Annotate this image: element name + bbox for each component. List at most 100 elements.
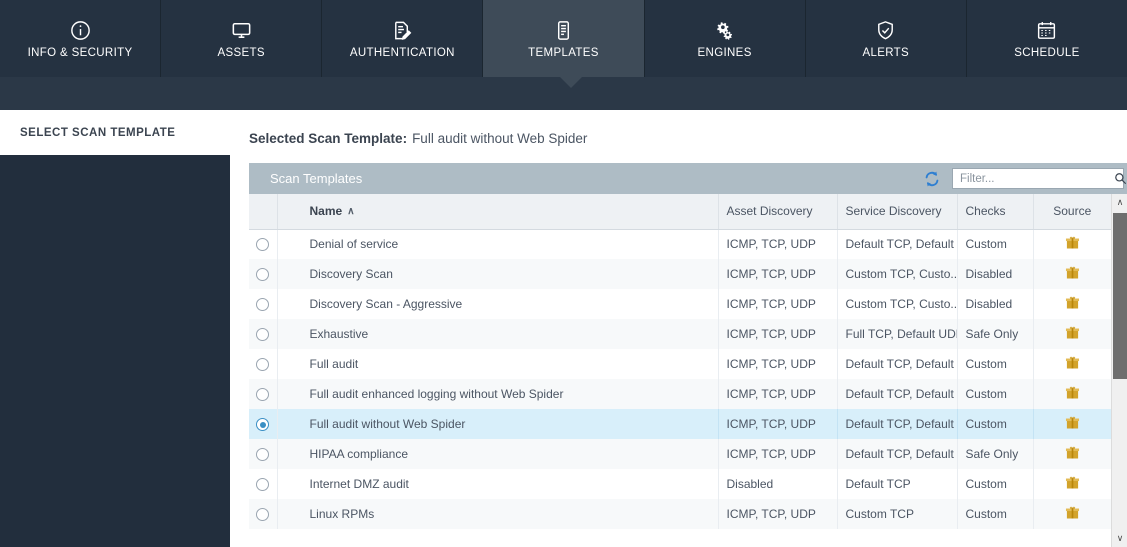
row-select-cell[interactable] [249, 229, 278, 259]
cell-name: Discovery Scan - Aggressive [277, 289, 719, 319]
table-row[interactable]: HIPAA compliance ICMP, TCP, UDP Default TC… [249, 439, 1111, 469]
row-radio-button[interactable] [256, 418, 270, 432]
table-scroll-region: Name ∧ Asset Discovery Service Discovery … [249, 194, 1127, 547]
top-navigation-bar: INFO & SECURITY ASSETS AUTHENTICATION TE… [0, 0, 1127, 77]
sidebar-header: SELECT SCAN TEMPLATE [0, 110, 230, 155]
cell-asset-discovery: ICMP, TCP, UDP [718, 229, 838, 259]
scan-templates-panel: Scan Templates Filter... Name ∧ Asset Di… [249, 163, 1127, 547]
cell-asset-discovery: ICMP, TCP, UDP [718, 499, 838, 529]
row-select-cell[interactable] [249, 259, 278, 289]
search-icon[interactable] [1114, 172, 1127, 186]
table-row[interactable]: Internet DMZ audit Disabled Default TCP Cus… [249, 469, 1111, 499]
table-row[interactable]: Linux RPMs ICMP, TCP, UDP Custom TCP Custom [249, 499, 1111, 529]
nav-label-templates: TEMPLATES [528, 47, 599, 59]
nav-item-authentication[interactable]: AUTHENTICATION [322, 0, 484, 77]
table-row[interactable]: Full audit enhanced logging without Web … [249, 379, 1111, 409]
package-icon [1065, 506, 1080, 520]
row-radio-button[interactable] [256, 328, 270, 342]
refresh-icon[interactable] [921, 168, 943, 190]
column-header-checks[interactable]: Checks [957, 194, 1034, 230]
row-radio-button[interactable] [256, 268, 270, 282]
cell-service-discovery: Default TCP, Default ... [837, 229, 958, 259]
cell-service-discovery: Default TCP, Default ... [837, 439, 958, 469]
scroll-down-button[interactable]: ∨ [1112, 530, 1127, 547]
row-radio-button[interactable] [256, 448, 270, 462]
table-row[interactable]: Denial of service ICMP, TCP, UDP Default T… [249, 229, 1111, 259]
cell-name: Discovery Scan [277, 259, 719, 289]
scrollbar-thumb[interactable] [1113, 213, 1127, 379]
cell-service-discovery: Custom TCP [837, 499, 958, 529]
column-header-asset-discovery[interactable]: Asset Discovery [718, 194, 838, 230]
cell-checks: Custom [957, 499, 1034, 529]
cell-asset-discovery: ICMP, TCP, UDP [718, 319, 838, 349]
cell-source [1033, 289, 1111, 319]
table-row[interactable]: Discovery Scan - Aggressive ICMP, TCP, UD… [249, 289, 1111, 319]
cell-asset-discovery: Disabled [718, 469, 838, 499]
scroll-up-button[interactable]: ∧ [1112, 194, 1127, 211]
row-radio-button[interactable] [256, 238, 270, 252]
table-row[interactable]: Discovery Scan ICMP, TCP, UDP Custom TCP, … [249, 259, 1111, 289]
row-select-cell[interactable] [249, 499, 278, 529]
cell-service-discovery: Default TCP, Default ... [837, 379, 958, 409]
cell-source [1033, 469, 1111, 499]
sidebar-panel [0, 155, 230, 547]
nav-item-engines[interactable]: ENGINES [645, 0, 806, 77]
nav-item-alerts[interactable]: ALERTS [806, 0, 967, 77]
shield-icon [874, 18, 898, 42]
cell-checks: Safe Only [957, 319, 1034, 349]
cell-service-discovery: Default TCP [837, 469, 958, 499]
cell-asset-discovery: ICMP, TCP, UDP [718, 349, 838, 379]
cell-source [1033, 499, 1111, 529]
filter-input[interactable] [960, 172, 1114, 185]
package-icon [1065, 266, 1080, 280]
nav-item-assets[interactable]: ASSETS [161, 0, 323, 77]
row-radio-button[interactable] [256, 358, 270, 372]
panel-toolbar [921, 163, 1127, 194]
row-radio-button[interactable] [256, 298, 270, 312]
cell-service-discovery: Custom TCP, Custo... [837, 259, 958, 289]
sidebar-heading: SELECT SCAN TEMPLATE [20, 126, 176, 139]
gears-icon [713, 18, 737, 42]
column-header-name[interactable]: Name ∧ [277, 194, 719, 230]
row-select-cell[interactable] [249, 469, 278, 499]
cell-asset-discovery: ICMP, TCP, UDP [718, 259, 838, 289]
nav-item-schedule[interactable]: SCHEDULE [967, 0, 1127, 77]
column-header-source[interactable]: Source [1033, 194, 1111, 230]
row-radio-button[interactable] [256, 388, 270, 402]
nav-label-engines: ENGINES [697, 47, 752, 59]
cell-asset-discovery: ICMP, TCP, UDP [718, 379, 838, 409]
cell-asset-discovery: ICMP, TCP, UDP [718, 439, 838, 469]
row-select-cell[interactable] [249, 379, 278, 409]
table-header-row: Name ∧ Asset Discovery Service Discovery … [249, 194, 1111, 230]
cell-asset-discovery: ICMP, TCP, UDP [718, 409, 838, 439]
table-row[interactable]: Full audit without Web Spider ICMP, TCP, … [249, 409, 1111, 439]
row-select-cell[interactable] [249, 349, 278, 379]
row-radio-button[interactable] [256, 478, 270, 492]
cell-name: Full audit [277, 349, 719, 379]
table-row[interactable]: Exhaustive ICMP, TCP, UDP Full TCP, Defaul… [249, 319, 1111, 349]
column-header-service-discovery[interactable]: Service Discovery [837, 194, 958, 230]
cell-asset-discovery: ICMP, TCP, UDP [718, 289, 838, 319]
row-radio-button[interactable] [256, 508, 270, 522]
cell-service-discovery: Default TCP, Default ... [837, 409, 958, 439]
vertical-scrollbar[interactable]: ∧ ∨ [1111, 194, 1127, 547]
nav-label-schedule: SCHEDULE [1014, 47, 1080, 59]
sort-ascending-icon: ∧ [347, 206, 355, 218]
filter-search-box[interactable] [952, 168, 1127, 189]
scan-templates-table: Name ∧ Asset Discovery Service Discovery … [249, 194, 1111, 529]
row-select-cell[interactable] [249, 439, 278, 469]
package-icon [1065, 386, 1080, 400]
row-select-cell[interactable] [249, 289, 278, 319]
panel-title: Scan Templates [270, 171, 363, 186]
panel-header: Scan Templates [249, 163, 1127, 194]
cell-checks: Safe Only [957, 439, 1034, 469]
cell-service-discovery: Default TCP, Default ... [837, 349, 958, 379]
package-icon [1065, 416, 1080, 430]
info-circle-icon [68, 18, 92, 42]
cell-service-discovery: Custom TCP, Custo... [837, 289, 958, 319]
nav-item-info-security[interactable]: INFO & SECURITY [0, 0, 162, 77]
table-row[interactable]: Full audit ICMP, TCP, UDP Default TCP, Def… [249, 349, 1111, 379]
row-select-cell[interactable] [249, 319, 278, 349]
nav-item-templates[interactable]: TEMPLATES [483, 0, 645, 77]
row-select-cell[interactable] [249, 409, 278, 439]
